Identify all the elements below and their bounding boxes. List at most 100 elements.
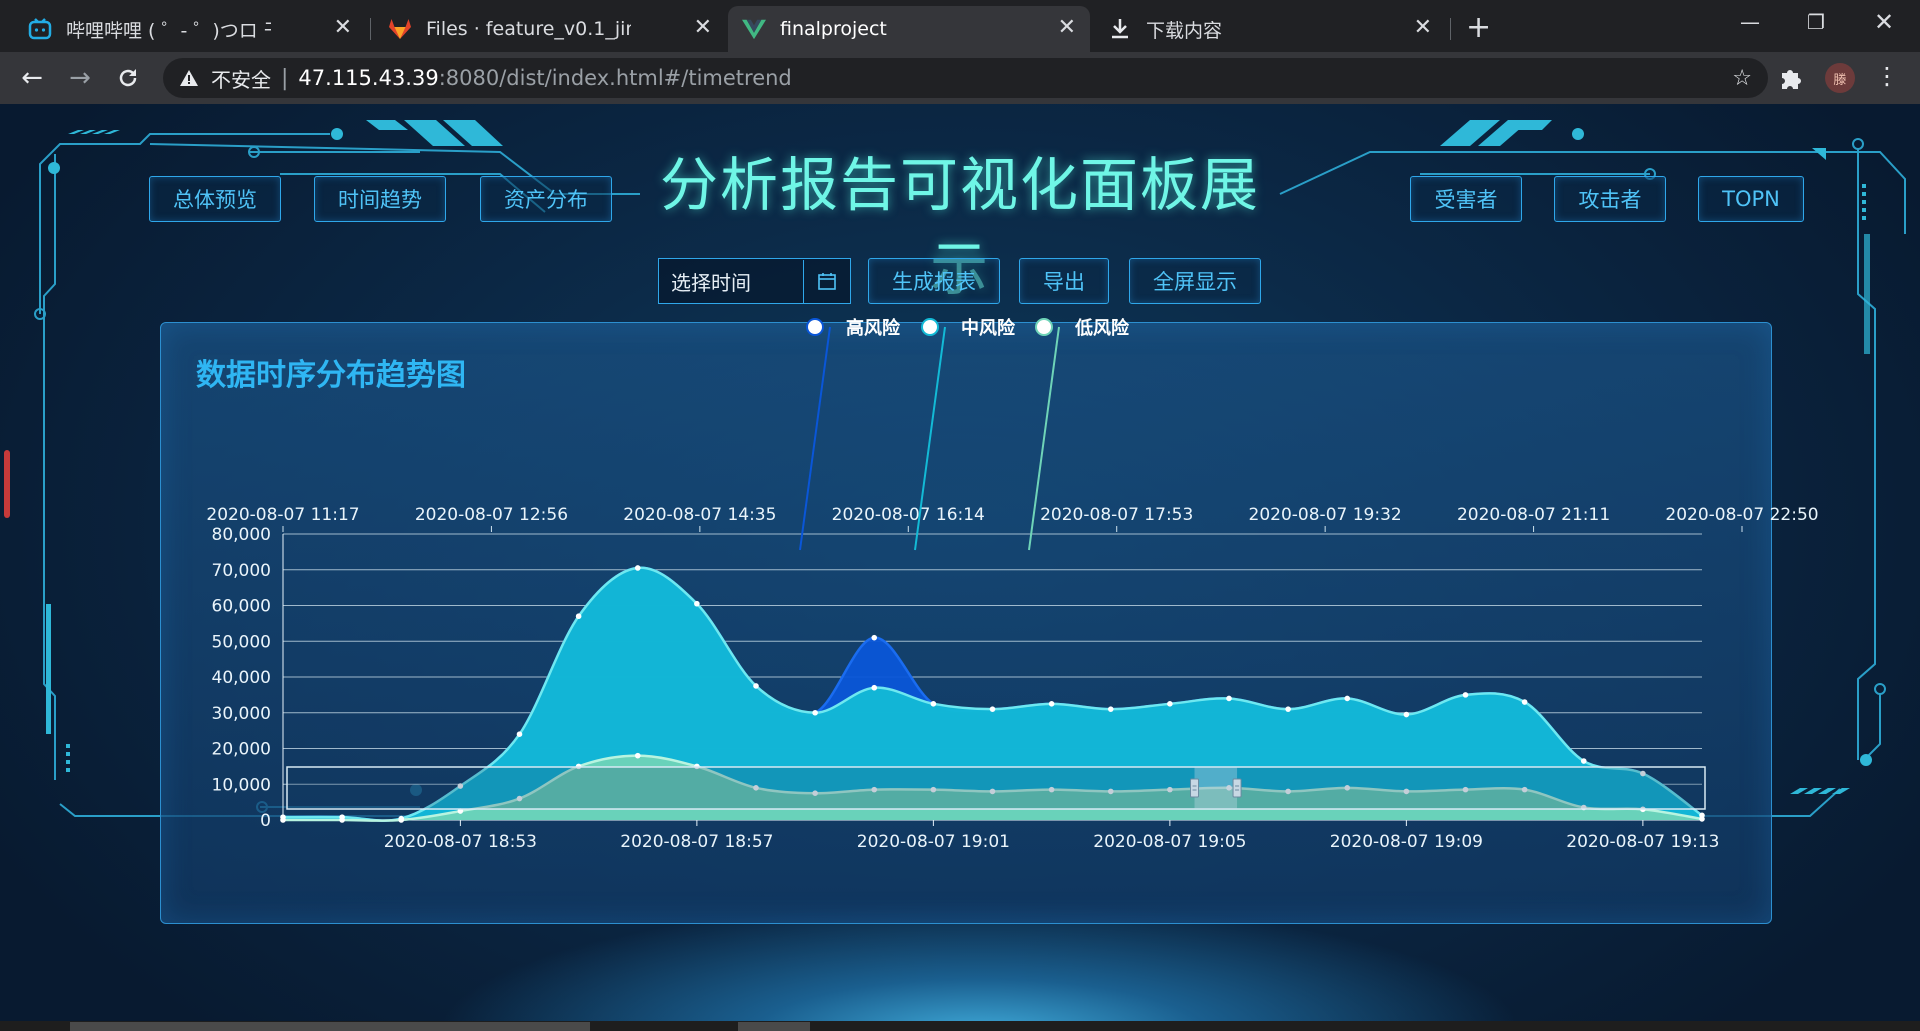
- data-zoom-handle[interactable]: [1190, 778, 1200, 798]
- y-tick-label: 40,000: [212, 668, 271, 688]
- url-path: :8080/dist/index.html#/timetrend: [438, 66, 792, 90]
- tab-gitlab[interactable]: Files · feature_v0.1_jing · freshman ✕: [374, 6, 726, 52]
- low-risk-point: [398, 817, 405, 823]
- x-bottom-tick-label: 2020-08-07 18:57: [620, 832, 773, 852]
- mid-risk-point: [1285, 706, 1291, 712]
- url-host: 47.115.43.39: [298, 66, 439, 90]
- y-tick-label: 50,000: [212, 632, 271, 652]
- mid-risk-point: [1462, 692, 1469, 698]
- mid-risk-point: [1048, 701, 1055, 707]
- y-tick-label: 10,000: [212, 775, 271, 795]
- address-bar[interactable]: 不安全 | 47.115.43.39 :8080/dist/index.html…: [163, 58, 1768, 98]
- tab-downloads[interactable]: 下载内容 ✕: [1094, 6, 1446, 52]
- x-top-tick-label: 2020-08-07 12:56: [415, 505, 568, 525]
- y-tick-label: 20,000: [212, 740, 271, 760]
- tab-separator: [370, 18, 371, 40]
- window-close-button[interactable]: ✕: [1854, 0, 1914, 44]
- url-separator: |: [281, 65, 289, 91]
- mid-risk-point: [1580, 758, 1587, 764]
- legend-marker: [1035, 318, 1053, 336]
- scrollbar-thumb[interactable]: [70, 1022, 590, 1031]
- close-icon[interactable]: ✕: [1058, 15, 1076, 40]
- scrollbar-thumb[interactable]: [738, 1022, 810, 1031]
- browser-menu-icon[interactable]: ⋮: [1875, 62, 1899, 90]
- mid-risk-point: [575, 613, 582, 620]
- dashboard-page: 分析报告可视化面板展示 总体预览 时间趋势 资产分布 受害者 攻击者 TOPN …: [0, 104, 1920, 1021]
- tab-separator: [1450, 18, 1451, 40]
- mid-risk-point: [1521, 699, 1528, 705]
- tab-title: 哔哩哔哩 ( ゜- ゜)つロ 干杯~-bilibili: [66, 19, 271, 42]
- x-top-tick-label: 2020-08-07 17:53: [1040, 505, 1193, 525]
- legend-label: 高风险: [846, 317, 901, 339]
- legend-marker: [806, 318, 824, 336]
- warning-icon[interactable]: [179, 67, 201, 89]
- download-icon: [1108, 17, 1132, 41]
- mid-risk-point: [634, 565, 641, 571]
- new-tab-button[interactable]: +: [1466, 10, 1491, 45]
- low-risk-point: [1699, 816, 1705, 822]
- mid-risk-point: [871, 684, 878, 691]
- mid-risk-point: [1344, 695, 1351, 702]
- x-bottom-tick-label: 2020-08-07 19:05: [1093, 832, 1246, 852]
- mid-risk-point: [516, 731, 523, 737]
- minimize-button[interactable]: —: [1720, 0, 1780, 44]
- close-icon[interactable]: ✕: [334, 15, 352, 40]
- tab-title: 下载内容: [1146, 19, 1223, 42]
- data-zoom-window[interactable]: [1194, 767, 1238, 809]
- x-top-tick-label: 2020-08-07 14:35: [623, 505, 776, 525]
- mid-risk-point: [1403, 711, 1410, 718]
- mid-risk-point: [1167, 701, 1173, 707]
- profile-avatar[interactable]: 滕: [1825, 63, 1855, 93]
- tab-title: Files · feature_v0.1_jing · freshman: [426, 18, 631, 40]
- x-bottom-tick-label: 2020-08-07 19:01: [857, 832, 1010, 852]
- legend-marker: [921, 318, 939, 336]
- mid-risk-point: [1226, 695, 1232, 702]
- mid-risk-point: [1107, 706, 1114, 712]
- close-icon[interactable]: ✕: [694, 15, 712, 40]
- reload-button[interactable]: [112, 62, 144, 94]
- tab-strip: 哔哩哔哩 ( ゜- ゜)つロ 干杯~-bilibili ✕ Files · fe…: [0, 0, 1920, 52]
- y-tick-label: 30,000: [212, 704, 271, 724]
- gitlab-icon: [388, 17, 412, 41]
- tab-title: finalproject: [780, 18, 887, 40]
- mid-risk-point: [753, 683, 759, 689]
- x-top-tick-label: 2020-08-07 19:32: [1249, 505, 1402, 525]
- high-risk-point: [871, 634, 878, 641]
- restore-button[interactable]: ❐: [1786, 0, 1846, 44]
- bookmark-star-icon[interactable]: ☆: [1732, 66, 1752, 91]
- back-button[interactable]: ←: [16, 62, 48, 94]
- legend-label: 低风险: [1074, 317, 1130, 339]
- time-trend-chart: 0 10,000 20,000 30,000 40,000 50,000 60,000 70,…: [206, 317, 1818, 852]
- data-zoom-track: [286, 766, 1706, 810]
- mid-risk-point: [989, 706, 996, 712]
- mid-risk-point: [812, 709, 818, 716]
- extensions-puzzle-icon[interactable]: [1778, 64, 1804, 94]
- x-bottom-tick-label: 2020-08-07 18:53: [384, 832, 537, 852]
- scroll-indicator: [4, 450, 10, 518]
- forward-button[interactable]: →: [64, 62, 96, 94]
- low-risk-point: [339, 817, 345, 823]
- legend-line: [799, 326, 831, 551]
- y-tick-label: 60,000: [212, 597, 271, 617]
- bilibili-icon: [28, 17, 52, 41]
- legend-label: 中风险: [961, 317, 1016, 339]
- mid-risk-point: [930, 701, 937, 707]
- x-top-tick-label: 2020-08-07 22:50: [1665, 505, 1818, 525]
- x-top-tick-label: 2020-08-07 21:11: [1457, 505, 1610, 525]
- y-tick-label: 80,000: [212, 525, 271, 545]
- close-icon[interactable]: ✕: [1414, 15, 1432, 40]
- x-bottom-tick-label: 2020-08-07 19:09: [1330, 832, 1483, 852]
- browser-toolbar: ← → 不安全 | 47.115.43.39 :8080/dist/index.…: [0, 52, 1920, 104]
- vue-icon: [742, 17, 766, 41]
- x-bottom-tick-label: 2020-08-07 19:13: [1566, 832, 1719, 852]
- mid-risk-point: [694, 600, 700, 607]
- x-top-tick-label: 2020-08-07 16:14: [832, 505, 985, 525]
- tab-finalproject[interactable]: finalproject ✕: [728, 6, 1090, 52]
- low-risk-point: [634, 752, 641, 759]
- reload-icon: [119, 69, 137, 87]
- tab-bilibili[interactable]: 哔哩哔哩 ( ゜- ゜)つロ 干杯~-bilibili ✕: [14, 6, 366, 52]
- data-zoom-handle[interactable]: [1232, 778, 1242, 798]
- security-label[interactable]: 不安全: [211, 64, 271, 93]
- y-tick-label: 0: [260, 811, 271, 831]
- y-tick-label: 70,000: [212, 561, 271, 581]
